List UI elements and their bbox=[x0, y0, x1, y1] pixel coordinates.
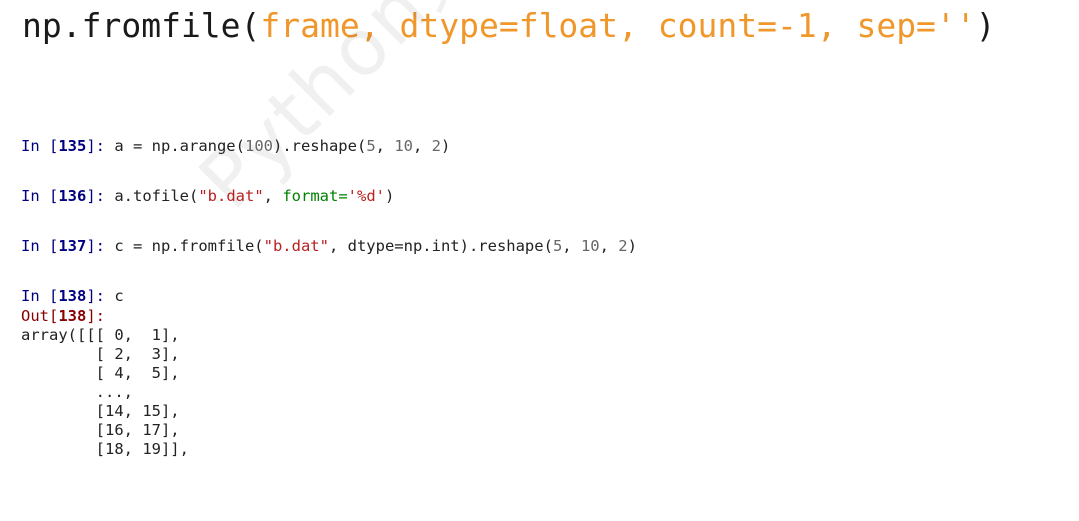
output-prompt: Out[138]: bbox=[21, 307, 105, 325]
output-line: [ 2, 3], bbox=[21, 345, 180, 363]
title-arguments: frame, dtype=float, count=-1, sep='' bbox=[260, 6, 976, 45]
in-prompt: In [135]: bbox=[21, 137, 115, 155]
output-line: array([[[ 0, 1], bbox=[21, 326, 180, 344]
output-line: [ 4, 5], bbox=[21, 364, 180, 382]
title-function: np.fromfile( bbox=[22, 6, 261, 45]
input-cell-135[interactable]: In [135]: a = np.arange(100).reshape(5, … bbox=[21, 136, 637, 156]
code: a.tofile("b.dat", format='%d') bbox=[114, 187, 395, 205]
output-line: [16, 17], bbox=[21, 421, 180, 439]
in-prompt: In [138]: bbox=[21, 287, 115, 305]
output-line: [14, 15], bbox=[21, 402, 180, 420]
input-cell-136[interactable]: In [136]: a.tofile("b.dat", format='%d') bbox=[21, 186, 637, 206]
in-prompt: In [137]: bbox=[21, 237, 115, 255]
output-line: [18, 19]], bbox=[21, 440, 189, 458]
output-line: ..., bbox=[21, 383, 133, 401]
in-prompt: In [136]: bbox=[21, 187, 115, 205]
output-array: array([[[ 0, 1], [ 2, 3], [ 4, 5], ..., … bbox=[21, 326, 637, 459]
code: c bbox=[114, 287, 124, 305]
title-close-paren: ) bbox=[975, 6, 996, 45]
ipython-console: In [135]: a = np.arange(100).reshape(5, … bbox=[21, 136, 637, 459]
code: a = np.arange(100).reshape(5, 10, 2) bbox=[114, 137, 451, 155]
slide-title: np.fromfile(frame, dtype=float, count=-1… bbox=[22, 4, 996, 48]
code: c = np.fromfile("b.dat", dtype=np.int).r… bbox=[114, 237, 637, 255]
input-cell-137[interactable]: In [137]: c = np.fromfile("b.dat", dtype… bbox=[21, 236, 637, 256]
input-cell-138[interactable]: In [138]: c bbox=[21, 286, 637, 306]
